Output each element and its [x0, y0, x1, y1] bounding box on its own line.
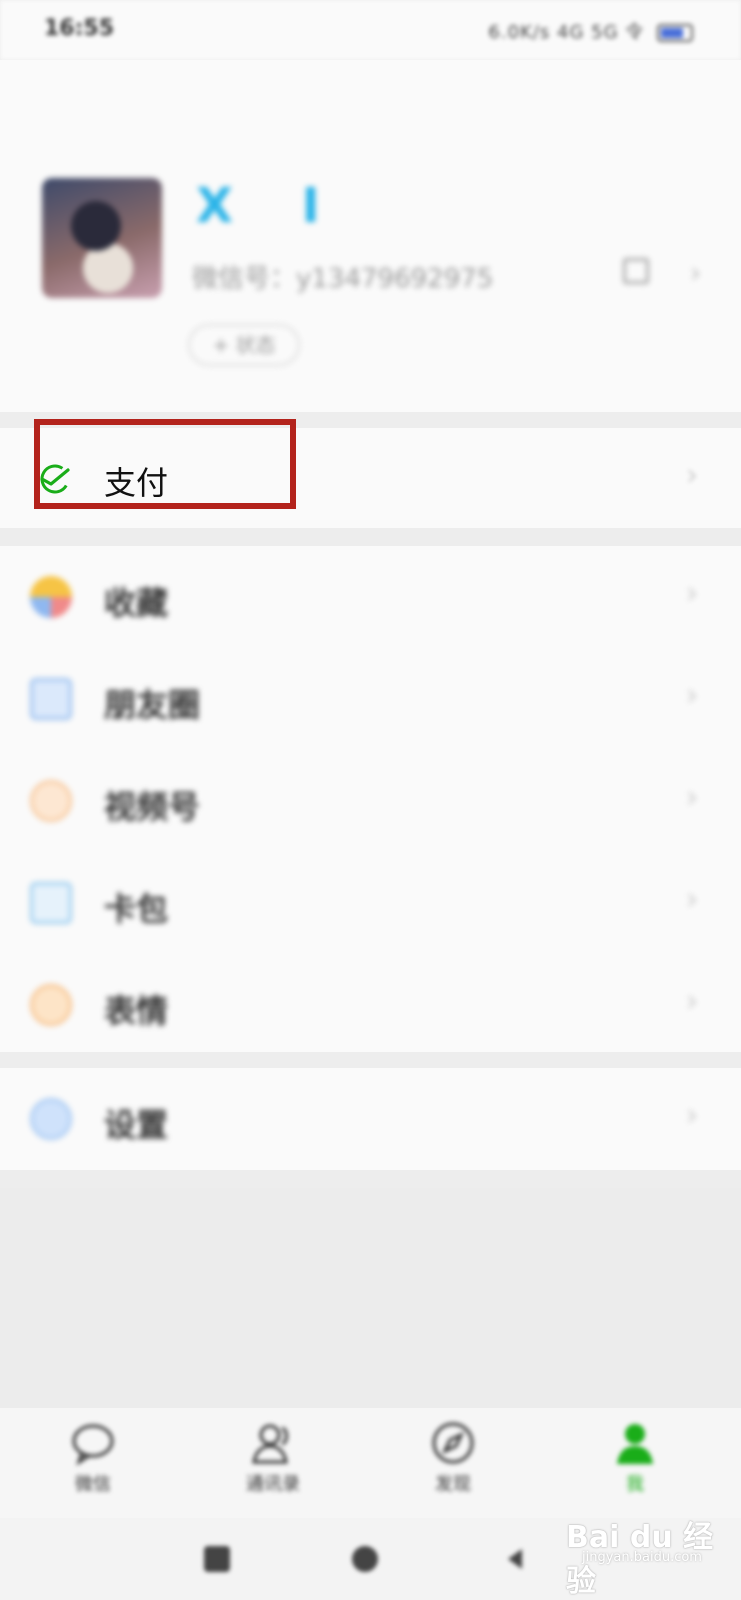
chevron-right-icon: › — [686, 576, 698, 611]
recents-icon[interactable] — [204, 1546, 230, 1572]
sticker-icon — [30, 984, 72, 1026]
chevron-right-icon: › — [686, 780, 698, 815]
empty-area — [0, 1188, 741, 1408]
wechat-pay-icon — [40, 464, 70, 494]
channels-icon — [30, 780, 72, 822]
menu-item-stickers[interactable]: 表情 › — [0, 954, 741, 1056]
profile-card[interactable]: X I 微信号：y13479692975 › + 状态 — [0, 60, 741, 412]
menu-item-label: 收藏 — [104, 584, 169, 622]
menu-item-label: 视频号 — [104, 788, 201, 826]
add-status-button[interactable]: + 状态 — [188, 324, 300, 366]
home-icon[interactable] — [352, 1546, 378, 1572]
tab-label: 微信 — [75, 1474, 111, 1495]
chevron-right-icon: › — [686, 458, 698, 493]
card-wallet-icon — [30, 882, 72, 924]
menu-item-pay-label: 支付 — [104, 464, 169, 502]
menu-item-label: 表情 — [104, 992, 169, 1030]
menu-item-card-wallet[interactable]: 卡包 › — [0, 852, 741, 954]
me-icon — [617, 1424, 653, 1464]
bottom-tab-bar: 微信 通讯录 发现 我 — [0, 1408, 741, 1518]
tab-discover[interactable]: 发现 — [398, 1416, 508, 1512]
tab-label: 通讯录 — [246, 1474, 300, 1495]
menu-item-favorites[interactable]: 收藏 › — [0, 546, 741, 648]
menu-group-settings: 设置 › — [0, 1068, 741, 1170]
chevron-right-icon: › — [686, 1098, 698, 1133]
contacts-icon — [252, 1424, 288, 1464]
status-indicators-text: 6.0K/s 4G 5G 令 — [488, 22, 645, 43]
settings-icon — [30, 1098, 72, 1140]
menu-item-label: 朋友圈 — [104, 686, 201, 724]
tab-me[interactable]: 我 — [580, 1416, 690, 1512]
menu-item-settings[interactable]: 设置 › — [0, 1068, 741, 1170]
profile-wechat-id: 微信号：y13479692975 — [192, 264, 494, 294]
tab-label: 我 — [626, 1474, 644, 1495]
chat-icon — [72, 1424, 114, 1466]
baidu-watermark-url: jingyan.baidu.com — [582, 1550, 702, 1565]
chevron-right-icon: › — [690, 256, 702, 289]
status-time: 16:55 — [44, 16, 115, 41]
moments-icon — [30, 678, 72, 720]
menu-item-label: 卡包 — [104, 890, 169, 928]
tab-chats[interactable]: 微信 — [38, 1416, 148, 1512]
tab-contacts[interactable]: 通讯录 — [218, 1416, 328, 1512]
back-icon[interactable] — [502, 1546, 528, 1572]
chevron-right-icon: › — [686, 678, 698, 713]
qr-code-icon[interactable] — [623, 258, 649, 284]
avatar[interactable] — [42, 178, 162, 298]
status-indicators: 6.0K/s 4G 5G 令 — [488, 18, 693, 44]
chevron-right-icon: › — [686, 984, 698, 1019]
status-bar: 16:55 6.0K/s 4G 5G 令 — [0, 0, 741, 60]
chevron-right-icon: › — [686, 882, 698, 917]
discover-icon — [432, 1422, 474, 1464]
menu-group-main: 收藏 › 朋友圈 › 视频号 › 卡包 › 表情 › — [0, 546, 741, 1052]
favorites-icon — [30, 576, 72, 618]
menu-item-label: 设置 — [104, 1106, 169, 1144]
menu-item-channels[interactable]: 视频号 › — [0, 750, 741, 852]
tab-label: 发现 — [435, 1474, 471, 1495]
profile-nickname: X I — [196, 178, 346, 234]
menu-item-moments[interactable]: 朋友圈 › — [0, 648, 741, 750]
battery-icon — [657, 24, 693, 42]
